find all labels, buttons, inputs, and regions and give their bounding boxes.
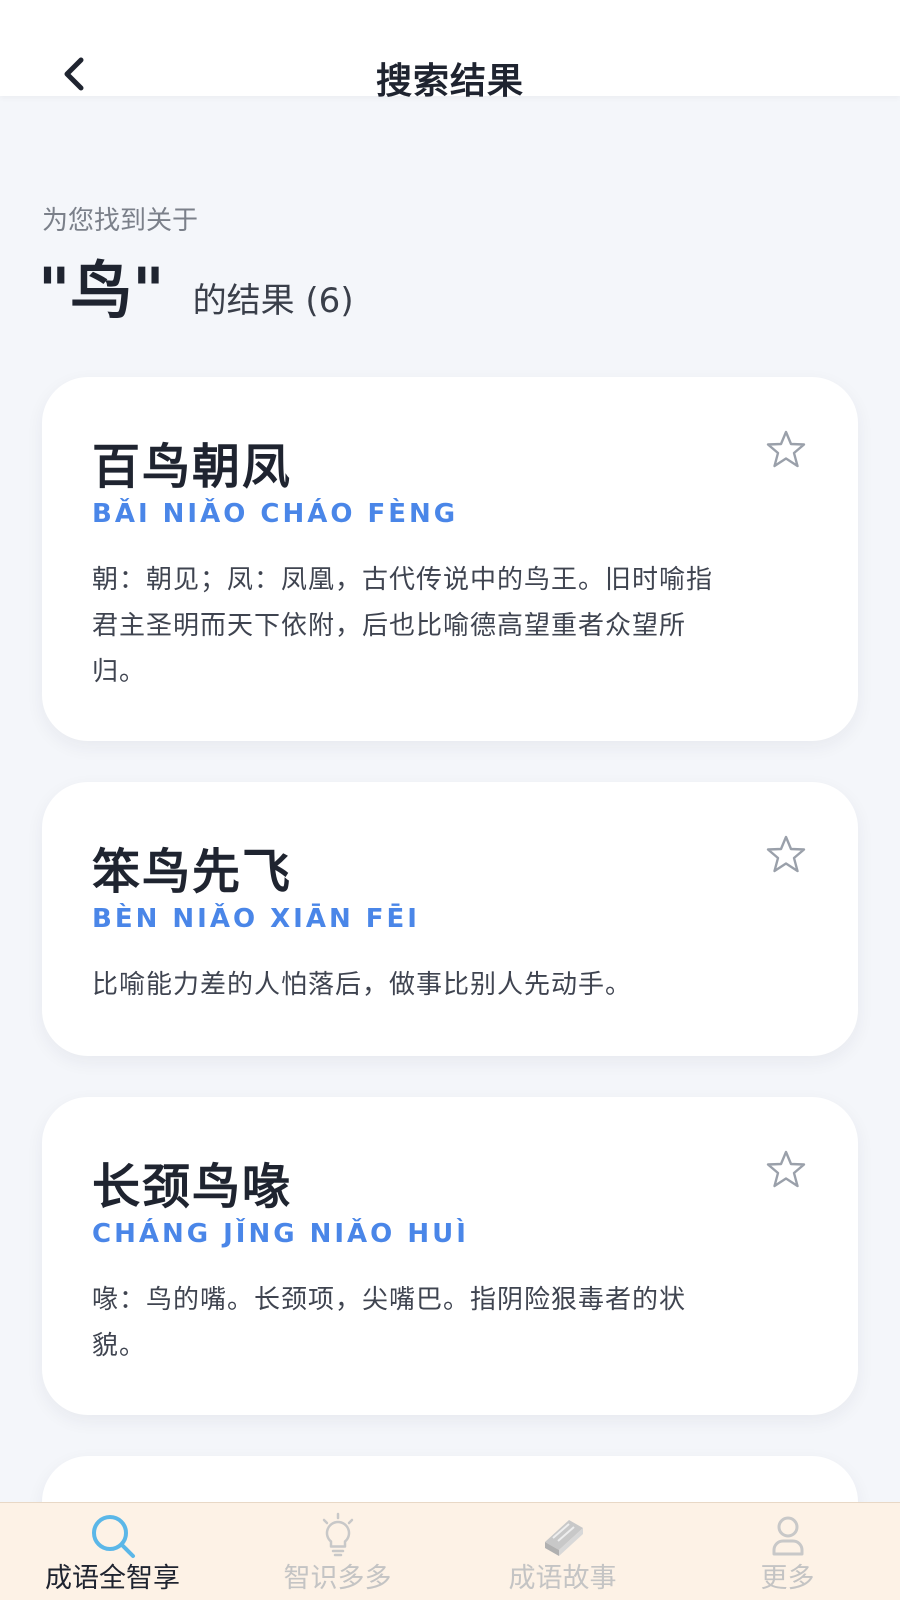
search-keyword: "鸟" xyxy=(38,254,165,327)
idiom-title: 百鸟朝凤 xyxy=(92,439,293,495)
search-icon xyxy=(91,1515,135,1558)
idiom-description: 比喻能力差的人怕落后，做事比别人先动手。 xyxy=(92,970,633,1000)
idiom-card[interactable]: 笨鸟先飞 BÈN NIǍO XIĀN FĒI 比喻能力差的人怕落后，做事比别人先… xyxy=(42,782,858,1056)
app-root: 搜索结果 为您找到关于 "鸟" 的结果 (6) 百鸟朝凤 BǍI NIǍO CH… xyxy=(0,0,900,1600)
idiom-card[interactable]: 长颈鸟喙 CHÁNG JǏNG NIǍO HUÌ 喙：鸟的嘴。长颈项，尖嘴巴。指… xyxy=(42,1097,858,1415)
tab-idiom-stories[interactable]: 成语故事 xyxy=(450,1503,675,1600)
idiom-title: 长颈鸟喙 xyxy=(92,1159,293,1215)
lightbulb-icon xyxy=(322,1512,353,1557)
idiom-pinyin: BǍI NIǍO CHÁO FÈNG xyxy=(92,499,459,529)
idiom-card[interactable]: 百鸟朝凤 BǍI NIǍO CHÁO FÈNG 朝：朝见；凤：凤凰，古代传说中的… xyxy=(42,377,858,741)
tab-more[interactable]: 更多 xyxy=(675,1503,900,1600)
idiom-title: 笨鸟先飞 xyxy=(92,844,293,900)
tab-label: 更多 xyxy=(760,1563,815,1594)
favorite-star-icon[interactable] xyxy=(766,429,806,469)
idiom-description: 喙：鸟的嘴。长颈项，尖嘴巴。指阴险狠毒者的状貌。 xyxy=(92,1285,687,1361)
tab-label: 成语故事 xyxy=(508,1563,617,1594)
tab-knowledge[interactable]: 智识多多 xyxy=(225,1503,450,1600)
tab-label: 成语全智享 xyxy=(45,1563,180,1594)
top-bar: 搜索结果 xyxy=(0,0,900,102)
favorite-star-icon[interactable] xyxy=(766,1149,806,1189)
idiom-pinyin: CHÁNG JǏNG NIǍO HUÌ xyxy=(92,1219,469,1249)
book-icon xyxy=(544,1520,583,1556)
result-count: 的结果 (6) xyxy=(192,281,354,321)
tab-label: 智识多多 xyxy=(283,1563,392,1594)
idiom-pinyin: BÈN NIǍO XIĀN FĒI xyxy=(92,904,420,934)
idiom-description: 朝：朝见；凤：凤凰，古代传说中的鸟王。旧时喻指君主圣明而天下依附，后也比喻德高望… xyxy=(92,565,714,687)
tab-idiom-search[interactable]: 成语全智享 xyxy=(0,1503,225,1600)
user-icon xyxy=(772,1516,803,1556)
bottom-tab-bar: 成语全智享 智识多多 成语故事 更多 xyxy=(0,1502,900,1600)
result-summary-prefix: 为您找到关于 xyxy=(42,206,199,236)
page-title: 搜索结果 xyxy=(375,61,524,102)
result-summary: "鸟" 的结果 (6) xyxy=(38,240,354,330)
favorite-star-icon[interactable] xyxy=(766,834,806,874)
